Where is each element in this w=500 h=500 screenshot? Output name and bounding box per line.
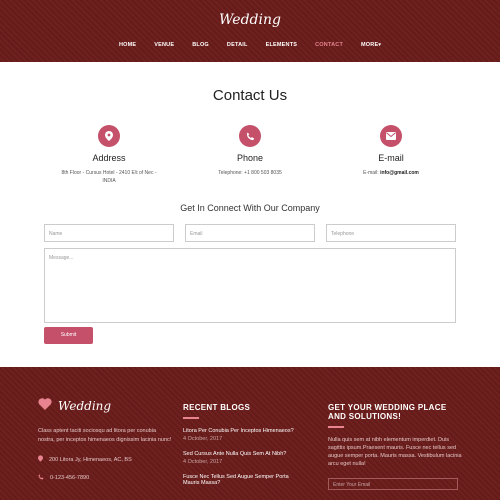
- nav-venue[interactable]: VENUE: [154, 42, 174, 48]
- nav-more-label: MORE: [361, 42, 379, 48]
- email-text: E-mail: info@gmail.com: [321, 169, 461, 177]
- email-label: E-mail: [378, 153, 404, 163]
- phone-icon: [239, 125, 261, 147]
- main-nav: HOME VENUE BLOG DETAIL ELEMENTS CONTACT …: [0, 42, 500, 48]
- footer-address: 200 Litora Jy, Himenaeos, AC, BS: [38, 455, 173, 464]
- footer-about-text: Class aptent taciti sociosqu ad litora p…: [38, 428, 172, 443]
- nav-more[interactable]: MORE▾: [361, 42, 381, 48]
- footer-logo-text: Wedding: [58, 399, 112, 413]
- footer-phone: 0-123-456-7890: [38, 474, 173, 482]
- map-pin-icon: [98, 125, 120, 147]
- name-input[interactable]: Name: [44, 224, 174, 242]
- submit-button[interactable]: Submit: [44, 327, 93, 344]
- blog-date: 4 October, 2017: [183, 459, 223, 465]
- form-heading: Get In Connect With Our Company: [180, 203, 320, 213]
- recent-blogs-heading: RECENT BLOGS: [183, 403, 251, 412]
- cta-heading-line2: AND SOLUTIONS!: [328, 412, 402, 421]
- phone-text: Telephone: +1 800 503 8035: [218, 170, 282, 176]
- footer-logo[interactable]: Wedding: [38, 397, 173, 415]
- nav-blog[interactable]: BLOG: [192, 42, 209, 48]
- footer-blogs-col: RECENT BLOGS Litora Per Conubia Per Ince…: [183, 403, 318, 486]
- heart-icon: [38, 397, 52, 415]
- phone-icon: [38, 474, 44, 482]
- address-block: Address 8th Floor - Cursus Hotel - 2410 …: [39, 125, 179, 185]
- phone-block: Phone Telephone: +1 800 503 8035: [180, 125, 320, 177]
- blog-title[interactable]: Sed Cursus Ante Nulla Quis Sem At Nibh?: [183, 451, 318, 457]
- caret-down-icon: ▾: [378, 42, 382, 48]
- cta-text: Nulla quis sem at nibh elementum imperdi…: [328, 437, 462, 467]
- site-logo[interactable]: Wedding: [0, 12, 500, 28]
- nav-elements[interactable]: ELEMENTS: [266, 42, 298, 48]
- address-text: 8th Floor - Cursus Hotel - 2410 E\t of N…: [39, 169, 179, 185]
- nav-home[interactable]: HOME: [119, 42, 136, 48]
- cta-heading-line1: GET YOUR WEDDING PLACE: [328, 403, 447, 412]
- footer-phone-text: 0-123-456-7890: [50, 475, 90, 481]
- blog-title-continued[interactable]: Mauris Massa?: [183, 480, 318, 486]
- nav-contact[interactable]: CONTACT: [315, 42, 343, 48]
- email-input[interactable]: Email: [185, 224, 315, 242]
- page-title: Contact Us: [212, 87, 288, 104]
- email-value[interactable]: info@gmail.com: [380, 170, 419, 176]
- telephone-input[interactable]: Telephone: [326, 224, 456, 242]
- map-pin-icon: [38, 455, 43, 464]
- footer-cta-col: GET YOUR WEDDING PLACE AND SOLUTIONS! Nu…: [328, 403, 463, 490]
- heading-underline: [328, 426, 344, 428]
- address-line1: 8th Floor - Cursus Hotel - 2410 E\t of N…: [61, 170, 157, 176]
- email-prefix: E-mail:: [363, 170, 381, 176]
- site-header: Wedding HOME VENUE BLOG DETAIL ELEMENTS …: [0, 0, 500, 62]
- envelope-icon: [380, 125, 402, 147]
- blog-title[interactable]: Litora Per Conubia Per Inceptos Himenaeo…: [183, 428, 318, 434]
- email-block: E-mail E-mail: info@gmail.com: [321, 125, 461, 177]
- nav-detail[interactable]: DETAIL: [227, 42, 248, 48]
- site-footer: Wedding Class aptent taciti sociosqu ad …: [0, 367, 500, 500]
- message-textarea[interactable]: Message...: [44, 248, 456, 323]
- footer-about-col: Wedding Class aptent taciti sociosqu ad …: [38, 397, 173, 482]
- footer-address-text: 200 Litora Jy, Himenaeos, AC, BS: [49, 456, 132, 463]
- phone-label: Phone: [236, 153, 264, 163]
- address-label: Address: [92, 153, 126, 163]
- newsletter-email-input[interactable]: Enter Your Email: [328, 478, 458, 490]
- blog-item[interactable]: Sed Cursus Ante Nulla Quis Sem At Nibh? …: [183, 451, 318, 465]
- address-line2: INDIA: [102, 178, 116, 184]
- blog-item[interactable]: Fusce Nec Tellus Sed Augue Semper Porta …: [183, 474, 318, 486]
- blog-date: 4 October, 2017: [183, 436, 223, 442]
- heading-underline: [183, 417, 199, 419]
- blog-item[interactable]: Litora Per Conubia Per Inceptos Himenaeo…: [183, 428, 318, 442]
